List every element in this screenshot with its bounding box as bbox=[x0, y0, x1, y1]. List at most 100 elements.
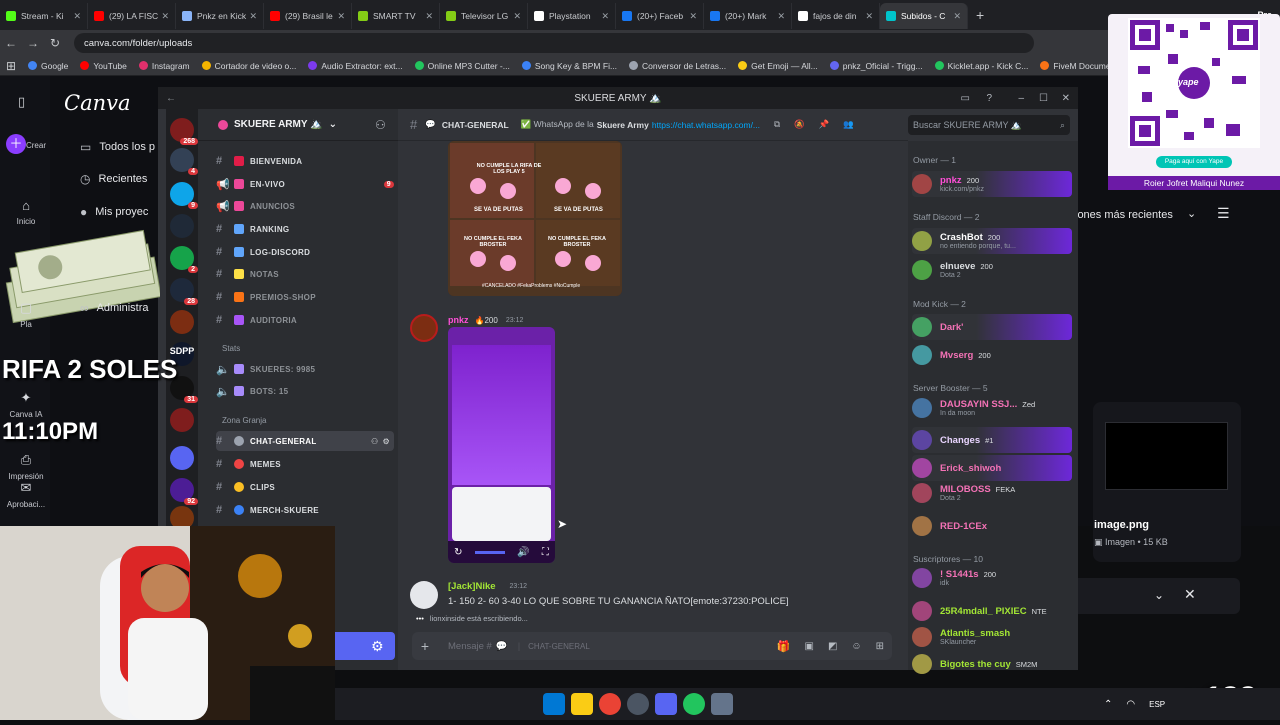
channel-en-vivo[interactable]: 📢 EN-VIVO 9 bbox=[216, 174, 394, 194]
emoji-icon[interactable]: ☺ bbox=[851, 641, 861, 652]
file-thumbnail[interactable] bbox=[1105, 422, 1228, 490]
channel-notas[interactable]: # NOTAS bbox=[216, 264, 394, 284]
message-author[interactable]: [Jack]Nike bbox=[448, 581, 496, 592]
bookmark-3[interactable]: Cortador de video o... bbox=[201, 61, 296, 71]
server-icon[interactable] bbox=[170, 310, 194, 334]
server-header[interactable]: SKUERE ARMY 🏔️ ⌄ ⚇ bbox=[198, 109, 398, 141]
server-icon[interactable]: 2 bbox=[170, 246, 198, 273]
gift-icon[interactable]: 🎁 bbox=[777, 640, 791, 653]
calculator-icon[interactable] bbox=[711, 693, 733, 715]
new-tab-button[interactable]: + bbox=[976, 7, 984, 23]
tray-chevron-icon[interactable]: ⌃ bbox=[1104, 699, 1112, 710]
sticker-icon[interactable]: ◩ bbox=[828, 641, 837, 652]
invite-icon[interactable]: ⚇ bbox=[375, 118, 386, 132]
inbox-icon[interactable]: ▭ bbox=[961, 93, 970, 104]
whatsapp-icon[interactable] bbox=[683, 693, 705, 715]
forward-icon[interactable]: → bbox=[22, 36, 44, 50]
tab-2[interactable]: Pnkz en Kick ✕ bbox=[176, 3, 264, 29]
add-attachment-icon[interactable]: + bbox=[412, 638, 438, 654]
member-item[interactable]: RED-1CEx bbox=[912, 513, 1072, 539]
minimize-icon[interactable]: – bbox=[1018, 93, 1024, 104]
chevron-down-icon[interactable]: ⌄ bbox=[1154, 588, 1164, 602]
close-icon[interactable]: ✕ bbox=[337, 11, 345, 22]
server-icon[interactable]: 268 bbox=[170, 118, 198, 145]
stat-channel[interactable]: 🔈 BOTS: 15 bbox=[216, 381, 394, 401]
category-zona-granja[interactable]: Zona Granja bbox=[222, 416, 266, 425]
threads-icon[interactable]: ⧉ bbox=[774, 119, 780, 130]
tab-5[interactable]: Televisor LG ✕ bbox=[440, 3, 528, 29]
invite-icon[interactable]: ⚇ bbox=[371, 437, 378, 446]
channel-memes[interactable]: # MEMES bbox=[216, 454, 394, 474]
member-item[interactable]: MILOBOSS FEKA Dota 2 bbox=[912, 480, 1072, 506]
bookmark-4[interactable]: Audio Extractor: ext... bbox=[308, 61, 403, 71]
file-explorer-icon[interactable] bbox=[571, 693, 593, 715]
close-icon[interactable]: ✕ bbox=[689, 11, 697, 22]
discord-icon[interactable] bbox=[655, 693, 677, 715]
rail-item-4[interactable]: ⎙ Impresión bbox=[0, 452, 52, 481]
member-item[interactable]: DAUSAYIN SSJ... Zed In da moon bbox=[912, 395, 1072, 421]
tab-4[interactable]: SMART TV ✕ bbox=[352, 3, 440, 29]
stat-channel[interactable]: 🔈 SKUERES: 9985 bbox=[216, 359, 394, 379]
channel-ranking[interactable]: # RANKING bbox=[216, 219, 394, 239]
bookmark-5[interactable]: Online MP3 Cutter -... bbox=[414, 61, 510, 71]
tab-6[interactable]: Playstation ✕ bbox=[528, 3, 616, 29]
channel-log-discord[interactable]: # LOG-DISCORD bbox=[216, 242, 394, 262]
obs-icon[interactable] bbox=[627, 693, 649, 715]
channel-clips[interactable]: # CLIPS bbox=[216, 477, 394, 497]
canva-menu-item-1[interactable]: ◷ Recientes bbox=[80, 172, 147, 186]
member-item[interactable]: CrashBot 200 no entiendo porque, tu... bbox=[912, 228, 1072, 254]
pin-icon[interactable]: 📌 bbox=[819, 119, 830, 130]
server-icon[interactable] bbox=[170, 446, 194, 470]
member-item[interactable]: Dark' bbox=[912, 314, 1072, 340]
server-icon[interactable]: 92 bbox=[170, 478, 198, 505]
help-icon[interactable]: ? bbox=[986, 93, 992, 104]
fullscreen-icon[interactable]: ⛶ bbox=[542, 547, 549, 558]
back-icon[interactable]: ← bbox=[166, 93, 176, 104]
canva-menu-item-0[interactable]: ▭ Todos los p bbox=[80, 140, 155, 154]
sort-control[interactable]: iones más recientes ⌄ ☰ bbox=[1075, 195, 1245, 235]
back-icon[interactable]: ← bbox=[0, 36, 22, 50]
member-item[interactable]: elnueve 200 Dota 2 bbox=[912, 257, 1072, 283]
sidebar-toggle-icon[interactable]: ▯ bbox=[18, 94, 25, 110]
close-icon[interactable]: ✕ bbox=[865, 11, 873, 22]
bookmark-2[interactable]: Instagram bbox=[138, 61, 190, 71]
close-icon[interactable]: ✕ bbox=[161, 11, 169, 22]
close-icon[interactable]: ✕ bbox=[1062, 93, 1070, 104]
chrome-icon[interactable] bbox=[599, 693, 621, 715]
progress-bar[interactable] bbox=[474, 550, 505, 554]
tab-10[interactable]: Subidos - C ✕ bbox=[880, 3, 968, 29]
bookmark-7[interactable]: Conversor de Letras... bbox=[629, 61, 726, 71]
member-item[interactable]: ! S1441s 200 idk bbox=[912, 565, 1072, 591]
member-item[interactable]: Changes #1 bbox=[912, 427, 1072, 453]
server-icon[interactable]: 9 bbox=[170, 182, 198, 209]
channel-merch-skuere[interactable]: # MERCH-SKUERE bbox=[216, 500, 394, 520]
avatar[interactable] bbox=[410, 581, 438, 609]
topic-link[interactable]: https://chat.whatsapp.com/... bbox=[652, 120, 760, 130]
bookmark-8[interactable]: Get Emoji — All... bbox=[738, 61, 818, 71]
wifi-icon[interactable]: ◠ bbox=[1126, 699, 1135, 710]
category-stats[interactable]: Stats bbox=[222, 344, 240, 353]
close-icon[interactable]: ✕ bbox=[601, 11, 609, 22]
message-author[interactable]: pnkz bbox=[448, 315, 469, 325]
close-icon[interactable]: ✕ bbox=[1184, 586, 1196, 603]
gear-icon[interactable]: ⚙ bbox=[383, 437, 390, 446]
tab-9[interactable]: fajos de din ✕ bbox=[792, 3, 880, 29]
windows-start-icon[interactable] bbox=[543, 693, 565, 715]
video-attachment[interactable]: ↻ 🔊 ⛶ bbox=[448, 327, 555, 563]
language-indicator[interactable]: ESP bbox=[1149, 700, 1165, 709]
close-icon[interactable]: ✕ bbox=[73, 11, 81, 22]
gif-icon[interactable]: ▣ bbox=[804, 641, 813, 652]
channel-bienvenida[interactable]: # BIENVENIDA bbox=[216, 151, 394, 171]
bookmark-1[interactable]: YouTube bbox=[80, 61, 127, 71]
maximize-icon[interactable]: ☐ bbox=[1039, 93, 1048, 104]
server-icon[interactable]: 28 bbox=[170, 278, 198, 305]
member-item[interactable]: Bigotes the cuy SM2M bbox=[912, 651, 1072, 677]
bookmark-9[interactable]: pnkz_Oficial - Trigg... bbox=[829, 61, 923, 71]
meme-image[interactable]: NO CUMPLE LA RIFA DE LOS PLAY 5 SE VA DE… bbox=[448, 141, 622, 296]
tab-0[interactable]: Stream - Ki ✕ bbox=[0, 3, 88, 29]
channel-anuncios[interactable]: 📢 ANUNCIOS bbox=[216, 196, 394, 216]
reload-icon[interactable]: ↻ bbox=[44, 36, 66, 50]
close-icon[interactable]: ✕ bbox=[425, 11, 433, 22]
replay-icon[interactable]: ↻ bbox=[454, 547, 462, 558]
bookmark-0[interactable]: Google bbox=[28, 61, 68, 71]
